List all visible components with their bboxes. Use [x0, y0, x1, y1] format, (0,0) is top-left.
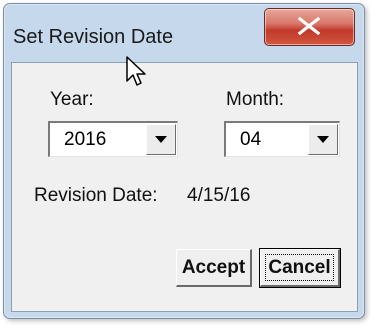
dialog-client-area: Year: Month: 2016 04 Revision Date: 4/15…	[11, 62, 358, 312]
year-label: Year:	[50, 89, 94, 110]
dialog-title: Set Revision Date	[13, 26, 174, 48]
month-dropdown[interactable]: 04	[224, 121, 340, 157]
mouse-pointer-icon	[126, 56, 146, 86]
month-value: 04	[240, 129, 262, 150]
revision-date-label: Revision Date:	[34, 185, 158, 206]
month-dropdown-button[interactable]	[308, 124, 338, 155]
chevron-down-icon	[317, 136, 329, 143]
year-dropdown[interactable]: 2016	[48, 121, 178, 157]
revision-date-value: 4/15/16	[187, 185, 251, 206]
close-button[interactable]	[264, 8, 355, 46]
cancel-button-label: Cancel	[265, 254, 334, 281]
year-dropdown-button[interactable]	[146, 124, 176, 155]
close-x-icon	[297, 17, 321, 35]
dialog-window: Set Revision Date Year: Month: 2016 04 R…	[3, 3, 365, 319]
year-value: 2016	[64, 129, 107, 150]
cancel-button[interactable]: Cancel	[259, 248, 341, 288]
chevron-down-icon	[155, 136, 167, 143]
month-label: Month:	[226, 89, 285, 110]
accept-button[interactable]: Accept	[176, 249, 252, 287]
